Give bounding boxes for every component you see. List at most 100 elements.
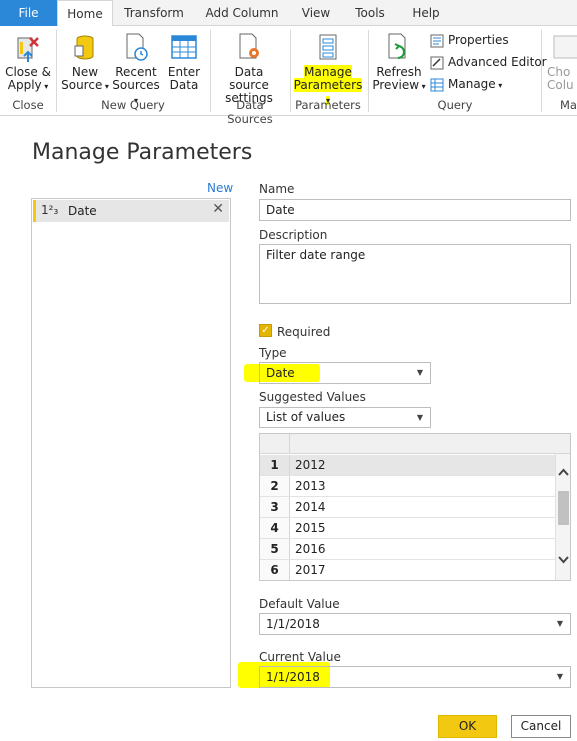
row-value[interactable]: 2014 [295, 497, 326, 517]
grid-header [260, 434, 570, 454]
ribbon-tab-bar: File Home Transform Add Column View Tool… [0, 0, 577, 27]
close-apply-label-1: Close & [5, 65, 51, 79]
chevron-down-icon: ▼ [556, 672, 563, 681]
list-item[interactable]: 5 2016 [260, 539, 555, 560]
parameter-list: 1²₃ Date ✕ [31, 198, 231, 688]
type-dropdown[interactable]: Date ▼ [259, 362, 431, 384]
default-value: 1/1/2018 [266, 617, 320, 631]
ribbon-divider [368, 30, 369, 112]
suggested-values-dropdown[interactable]: List of values ▼ [259, 407, 431, 428]
row-value[interactable]: 2015 [295, 518, 326, 538]
chevron-up-icon[interactable] [558, 468, 569, 476]
chevron-down-icon: ▼ [416, 413, 423, 422]
vertical-scrollbar[interactable] [555, 454, 570, 580]
new-source-button[interactable]: New Source ▾ [60, 32, 110, 93]
group-label-new-query: New Query [101, 98, 165, 112]
enter-data-label-2: Data [169, 78, 199, 92]
ok-button[interactable]: OK [438, 715, 497, 738]
row-index: 6 [260, 560, 290, 580]
ribbon-divider [210, 30, 211, 112]
list-item[interactable]: 2 2013 [260, 476, 555, 497]
properties-label: Properties [448, 33, 509, 47]
row-value[interactable]: 2017 [295, 560, 326, 580]
ribbon-divider [290, 30, 291, 112]
group-label-manage-columns: Ma [560, 98, 577, 112]
recent-sources-button[interactable]: Recent Sources ▾ [110, 32, 162, 107]
suggested-values-value: List of values [266, 410, 346, 424]
chevron-down-icon[interactable] [558, 556, 569, 564]
manage-label: Manage [448, 77, 496, 91]
group-label-query: Query [437, 98, 473, 112]
description-input[interactable]: Filter date range [259, 244, 571, 304]
tab-transform[interactable]: Transform [118, 0, 190, 26]
new-source-label-1: New [71, 65, 99, 79]
ribbon-divider [56, 30, 57, 112]
name-label: Name [259, 182, 295, 196]
choose-columns-icon [553, 35, 577, 59]
recent-sources-icon [126, 33, 148, 61]
parameter-name: Date [68, 204, 97, 218]
group-label-close: Close [12, 98, 44, 112]
description-label: Description [259, 228, 328, 242]
current-value: 1/1/2018 [266, 670, 320, 684]
list-item[interactable]: 3 2014 [260, 497, 555, 518]
enter-data-button[interactable]: Enter Data [164, 32, 204, 92]
tab-file[interactable]: File [0, 0, 57, 26]
parameter-list-item[interactable]: 1²₃ Date ✕ [33, 200, 229, 222]
new-source-label-2: Source [61, 78, 103, 92]
default-value-label: Default Value [259, 597, 340, 611]
grid-corner [260, 434, 290, 454]
row-value[interactable]: 2016 [295, 539, 326, 559]
list-item[interactable]: 6 2017 [260, 560, 555, 580]
row-index: 3 [260, 497, 290, 517]
data-source-settings-icon [239, 33, 259, 59]
tab-add-column[interactable]: Add Column [200, 0, 284, 26]
manage-parameters-label-1: Manage [304, 65, 352, 79]
properties-button[interactable]: Properties [430, 31, 509, 49]
required-checkbox[interactable]: ✓ [259, 324, 272, 337]
list-item[interactable]: 1 2012 [260, 455, 555, 476]
chevron-down-icon: ▾ [41, 82, 49, 91]
name-input[interactable]: Date [259, 199, 571, 221]
tab-tools[interactable]: Tools [349, 0, 391, 26]
default-value-dropdown[interactable]: 1/1/2018 ▼ [259, 613, 571, 635]
close-apply-button[interactable]: Close & Apply ▾ [4, 32, 52, 93]
row-value[interactable]: 2013 [295, 476, 326, 496]
manage-parameters-button[interactable]: Manage Parameters ▾ [293, 32, 363, 107]
number-type-icon: 1²₃ [41, 203, 59, 217]
cancel-button[interactable]: Cancel [511, 715, 571, 738]
properties-icon [430, 34, 444, 47]
enter-data-label-1: Enter [167, 65, 201, 79]
group-label-parameters: Parameters [295, 98, 361, 112]
tab-help[interactable]: Help [405, 0, 447, 26]
list-item[interactable]: 4 2015 [260, 518, 555, 539]
advanced-editor-label: Advanced Editor [448, 55, 547, 69]
close-icon[interactable]: ✕ [212, 201, 224, 217]
scrollbar-thumb[interactable] [558, 491, 569, 525]
refresh-preview-button[interactable]: Refresh Preview ▾ [372, 32, 426, 93]
row-index: 1 [260, 455, 290, 475]
current-value-dropdown[interactable]: 1/1/2018 ▼ [259, 666, 571, 688]
row-index: 5 [260, 539, 290, 559]
group-label-data-sources: Data Sources [227, 98, 273, 126]
table-icon [171, 35, 197, 59]
new-parameter-link[interactable]: New [207, 181, 233, 195]
row-value[interactable]: 2012 [295, 455, 326, 475]
advanced-editor-button[interactable]: Advanced Editor [430, 53, 547, 71]
recent-sources-label-2: Sources [112, 78, 160, 92]
row-index: 4 [260, 518, 290, 538]
chevron-down-icon: ▼ [556, 619, 563, 628]
chevron-down-icon: ▼ [416, 368, 423, 377]
data-source-settings-button[interactable]: Data source settings [214, 32, 284, 105]
tab-view[interactable]: View [295, 0, 337, 26]
close-apply-label-2: Apply [7, 78, 42, 92]
refresh-icon [388, 33, 406, 59]
manage-icon [430, 78, 444, 91]
choose-columns-button[interactable]: Cho Colu [547, 32, 577, 92]
manage-button[interactable]: Manage ▾ [430, 75, 502, 93]
advanced-editor-icon [430, 56, 444, 69]
tab-home[interactable]: Home [57, 0, 113, 27]
close-apply-icon [17, 37, 39, 62]
row-index: 2 [260, 476, 290, 496]
type-label: Type [259, 346, 287, 360]
